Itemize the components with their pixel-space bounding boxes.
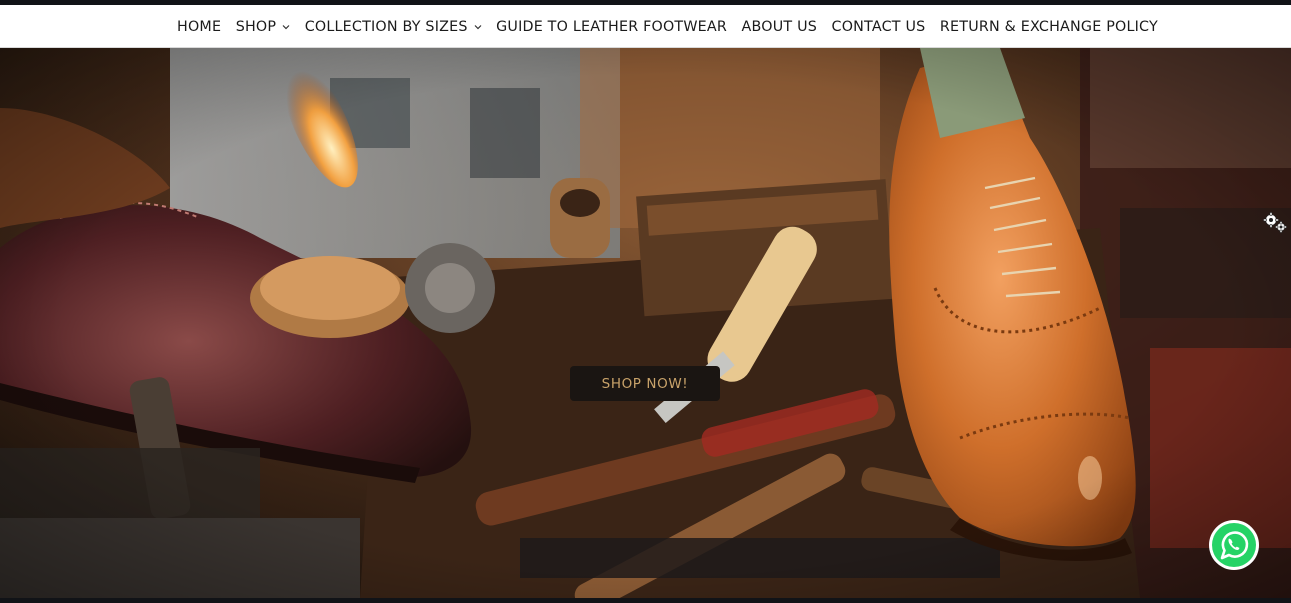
nav-item-contact[interactable]: CONTACT US [832, 19, 926, 35]
chevron-down-icon [474, 24, 482, 29]
hero-image [0, 48, 1291, 598]
nav-item-label: HOME [177, 18, 222, 35]
nav-item-return-policy[interactable]: RETURN & EXCHANGE POLICY [940, 19, 1158, 35]
nav-item-label: RETURN & EXCHANGE POLICY [939, 18, 1158, 35]
hero-banner: SHOP NOW! [0, 48, 1291, 598]
shop-now-button[interactable]: SHOP NOW! [570, 366, 720, 401]
gears-icon[interactable] [1262, 211, 1288, 235]
nav-item-label: ABOUT US [741, 18, 818, 35]
whatsapp-icon[interactable] [1208, 519, 1260, 571]
nav-item-shop[interactable]: SHOP [236, 19, 291, 35]
chevron-down-icon [282, 24, 290, 29]
nav-item-about[interactable]: ABOUT US [742, 19, 817, 35]
nav-item-label: COLLECTION BY SIZES [304, 18, 468, 35]
nav-item-label: SHOP [235, 18, 277, 35]
bottom-strip [0, 598, 1291, 603]
nav-menu: HOME SHOP COLLECTION BY SIZES GUIDE TO L… [177, 5, 1172, 48]
nav-item-guide[interactable]: GUIDE TO LEATHER FOOTWEAR [496, 19, 727, 35]
nav-item-label: GUIDE TO LEATHER FOOTWEAR [496, 18, 728, 35]
main-navbar: HOME SHOP COLLECTION BY SIZES GUIDE TO L… [0, 5, 1291, 48]
nav-item-label: CONTACT US [831, 18, 926, 35]
nav-item-home[interactable]: HOME [177, 19, 221, 35]
nav-item-collection-by-sizes[interactable]: COLLECTION BY SIZES [305, 19, 482, 35]
